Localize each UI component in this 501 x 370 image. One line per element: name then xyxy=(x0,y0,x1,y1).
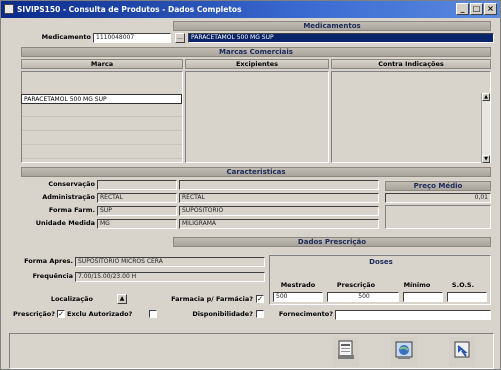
lookup-button[interactable]: … xyxy=(175,33,185,43)
print-icon[interactable] xyxy=(333,337,359,367)
unidade-medida-label: Unidade Medida xyxy=(35,219,95,227)
exit-icon-glyph xyxy=(454,341,470,358)
exit-icon[interactable] xyxy=(449,337,475,367)
fornecimento-label: Fornecimento? xyxy=(278,310,333,318)
forma-farm-label: Forma Farm. xyxy=(48,206,95,214)
administracao-code-field[interactable]: RECTAL xyxy=(97,193,177,203)
exclusivo-checkbox[interactable] xyxy=(149,310,157,318)
farmacia-checkbox[interactable]: ✓ xyxy=(256,295,264,303)
maximize-button[interactable]: □ xyxy=(470,3,483,15)
dose-mestrado-label: Mestrado xyxy=(280,281,316,289)
unidade-medida-value-field[interactable]: MILIGRAMA xyxy=(179,219,379,229)
prescricao-label: Prescrição? xyxy=(12,310,55,318)
dose-mestrado-field[interactable]: 500 xyxy=(273,292,323,302)
medicamentos-header: Medicamentos xyxy=(173,21,491,31)
close-button[interactable]: × xyxy=(484,3,497,15)
excipientes-box[interactable] xyxy=(185,71,329,163)
contra-indicacoes-column-header[interactable]: Contra Indicações xyxy=(331,59,491,69)
scroll-up-arrow[interactable]: ▲ xyxy=(482,93,490,101)
prescricao-checkbox[interactable]: ✓ xyxy=(57,310,65,318)
frequencia-field[interactable]: 7.00/15.00/23.00 H xyxy=(75,272,265,282)
marca-row[interactable] xyxy=(22,135,182,145)
app-window: SIVIPS150 - Consulta de Produtos - Dados… xyxy=(0,0,501,370)
preco-medio-box xyxy=(385,205,491,229)
prescricao-header: Dados Prescrição xyxy=(173,237,491,247)
contra-indicacoes-box[interactable] xyxy=(331,71,491,163)
doses-header: Doses xyxy=(369,258,393,266)
localizacao-label: Localização xyxy=(50,295,93,303)
marca-row[interactable] xyxy=(22,121,182,131)
conservacao-label: Conservação xyxy=(48,180,95,188)
farmacia-label: Farmacia p/ Farmácia? xyxy=(171,295,253,303)
forma-apres-field[interactable]: SUPOSITORIO MICROS CERA xyxy=(75,257,265,267)
title-bar[interactable]: SIVIPS150 - Consulta de Produtos - Dados… xyxy=(1,1,500,18)
administracao-label: Administração xyxy=(42,193,95,201)
frequencia-label: Frequência xyxy=(32,272,73,280)
dose-sos-field[interactable] xyxy=(447,292,487,302)
medicamento-name-field[interactable]: PARACETAMOL 500 MG SUP xyxy=(188,33,494,43)
exclusivo-label: Exclu Autorizado? xyxy=(67,310,133,318)
forma-farm-value-field[interactable]: SUPOSITORIO xyxy=(179,206,379,216)
unidade-medida-code-field[interactable]: MG xyxy=(97,219,177,229)
app-icon xyxy=(4,4,14,14)
excipientes-column-header[interactable]: Excipientes xyxy=(185,59,329,69)
medicamento-code-field[interactable]: 1110048007 xyxy=(93,33,171,43)
disponibilidade-label: Disponibilidade? xyxy=(192,310,253,318)
print-icon-glyph xyxy=(338,340,354,359)
conservacao-value-field[interactable] xyxy=(179,180,379,190)
localizacao-lookup-button[interactable]: ▲ xyxy=(117,294,127,304)
bottom-toolbar xyxy=(9,333,494,369)
dose-minimo-label: Mínimo xyxy=(403,281,431,289)
contra-indicacoes-scrollbar[interactable]: ▲ ▼ xyxy=(481,93,490,163)
forma-apres-label: Forma Apres. xyxy=(24,257,73,265)
disponibilidade-checkbox[interactable] xyxy=(256,310,264,318)
web-icon-glyph xyxy=(395,341,413,359)
marca-row[interactable]: PARACETAMOL 500 MG SUP xyxy=(21,94,182,104)
conservacao-code-field[interactable] xyxy=(97,180,177,190)
marca-row[interactable] xyxy=(22,149,182,159)
marca-column-header[interactable]: Marca xyxy=(21,59,183,69)
preco-medio-field[interactable]: 0,01 xyxy=(385,193,491,203)
marca-row[interactable] xyxy=(22,107,182,117)
dose-minimo-field[interactable] xyxy=(403,292,443,302)
caracteristicas-header: Caracteristicas xyxy=(21,167,491,177)
scroll-down-arrow[interactable]: ▼ xyxy=(482,155,490,163)
medicamento-label: Medicamento xyxy=(41,33,91,41)
fornecimento-field[interactable] xyxy=(335,310,491,320)
dose-sos-label: S.O.S. xyxy=(451,281,475,289)
preco-medio-header: Preço Médio xyxy=(385,181,491,191)
dose-prescricao-label: Prescrição xyxy=(336,281,376,289)
web-icon[interactable] xyxy=(391,337,417,367)
administracao-value-field[interactable]: RECTAL xyxy=(179,193,379,203)
minimize-button[interactable]: _ xyxy=(456,3,469,15)
dose-prescricao-field[interactable]: 500 xyxy=(327,292,399,302)
marcas-header: Marcas Comerciais xyxy=(21,47,491,57)
window-title: SIVIPS150 - Consulta de Produtos - Dados… xyxy=(17,5,242,14)
forma-farm-code-field[interactable]: SUP xyxy=(97,206,177,216)
